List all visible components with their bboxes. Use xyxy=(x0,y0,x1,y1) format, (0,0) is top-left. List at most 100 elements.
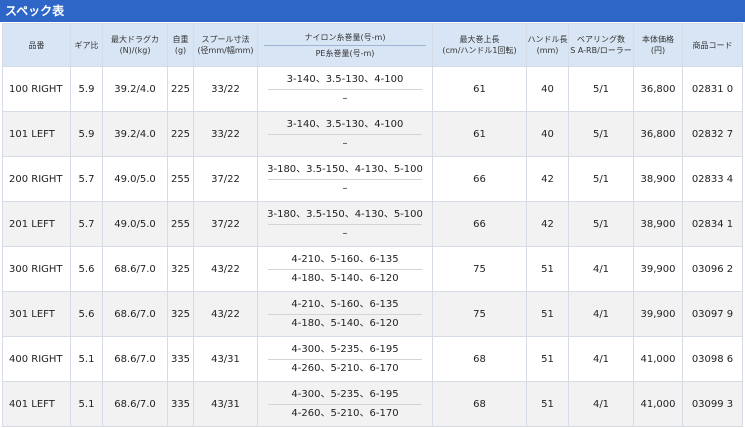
cell-weight: 335 xyxy=(167,381,194,427)
cell-price: 41,000 xyxy=(633,336,683,382)
cell-model: 201 LEFT xyxy=(2,201,71,247)
cell-line-pe: 4-260、5-210、6-170 xyxy=(291,363,399,374)
spec-table: 品番 ギア比 最大ドラグカ (N)/(kg) 自重 (g) スプール寸法 (径m… xyxy=(2,23,743,427)
cell-line-capacity: 3-140、3.5-130、4-100 – xyxy=(257,66,433,112)
header-max-drag-text: 最大ドラグカ (N)/(kg) xyxy=(111,35,159,55)
cell-handle-length: 42 xyxy=(526,201,569,247)
cell-line-nylon: 3-140、3.5-130、4-100 xyxy=(286,74,404,85)
cell-handle-length: 51 xyxy=(526,246,569,292)
header-line-divider xyxy=(264,44,426,46)
table-row: 401 LEFT 5.1 68.6/7.0 335 43/31 4-300、5-… xyxy=(2,381,743,427)
header-weight: 自重 (g) xyxy=(167,23,194,67)
cell-max-drag: 68.6/7.0 xyxy=(102,336,168,382)
cell-bearings: 4/1 xyxy=(568,336,634,382)
cell-gear-ratio: 5.7 xyxy=(70,201,103,247)
cell-handle-length: 40 xyxy=(526,66,569,112)
table-row: 200 RIGHT 5.7 49.0/5.0 255 37/22 3-180、3… xyxy=(2,156,743,202)
header-max-retrieve: 最大巻上長 (cm/ハンドル1回転) xyxy=(432,23,527,67)
cell-handle-length: 51 xyxy=(526,381,569,427)
cell-gear-ratio: 5.1 xyxy=(70,336,103,382)
cell-model: 400 RIGHT xyxy=(2,336,71,382)
cell-bearings: 4/1 xyxy=(568,246,634,292)
table-row: 100 RIGHT 5.9 39.2/4.0 225 33/22 3-140、3… xyxy=(2,66,743,112)
cell-max-drag: 68.6/7.0 xyxy=(102,381,168,427)
table-row: 301 LEFT 5.6 68.6/7.0 325 43/22 4-210、5-… xyxy=(2,291,743,337)
cell-product-code: 03097 9 xyxy=(682,291,743,337)
table-row: 201 LEFT 5.7 49.0/5.0 255 37/22 3-180、3.… xyxy=(2,201,743,247)
cell-line-nylon: 3-180、3.5-150、4-130、5-100 xyxy=(267,209,423,220)
cell-gear-ratio: 5.9 xyxy=(70,111,103,157)
cell-max-retrieve: 66 xyxy=(432,201,527,247)
header-line-capacity: ナイロン糸巻量(号-m) PE糸巻量(号-m) xyxy=(257,23,433,67)
cell-line-pe: 4-180、5-140、6-120 xyxy=(291,273,399,284)
header-spool: スプール寸法 (径mm/幅mm) xyxy=(193,23,258,67)
header-bearings-text: ベアリング数 S A-RB/ローラー xyxy=(570,35,632,55)
cell-spool: 43/31 xyxy=(193,381,258,427)
table-row: 400 RIGHT 5.1 68.6/7.0 335 43/31 4-300、5… xyxy=(2,336,743,382)
cell-line-nylon: 3-180、3.5-150、4-130、5-100 xyxy=(267,164,423,175)
cell-line-nylon: 4-210、5-160、6-135 xyxy=(291,299,399,310)
cell-gear-ratio: 5.1 xyxy=(70,381,103,427)
cell-price: 38,900 xyxy=(633,156,683,202)
cell-bearings: 5/1 xyxy=(568,201,634,247)
header-max-drag: 最大ドラグカ (N)/(kg) xyxy=(102,23,168,67)
cell-line-nylon: 4-300、5-235、6-195 xyxy=(291,389,399,400)
cell-line-capacity: 4-210、5-160、6-135 4-180、5-140、6-120 xyxy=(257,246,433,292)
cell-model: 200 RIGHT xyxy=(2,156,71,202)
cell-line-divider xyxy=(268,404,422,405)
cell-line-pe: – xyxy=(342,138,348,149)
spec-table-title: スペック表 xyxy=(0,0,745,22)
cell-max-retrieve: 61 xyxy=(432,66,527,112)
cell-spool: 43/22 xyxy=(193,246,258,292)
cell-price: 39,900 xyxy=(633,246,683,292)
cell-weight: 255 xyxy=(167,156,194,202)
cell-bearings: 4/1 xyxy=(568,291,634,337)
cell-product-code: 03098 6 xyxy=(682,336,743,382)
table-row: 101 LEFT 5.9 39.2/4.0 225 33/22 3-140、3.… xyxy=(2,111,743,157)
cell-line-divider xyxy=(268,314,422,315)
cell-max-retrieve: 66 xyxy=(432,156,527,202)
cell-product-code: 02832 7 xyxy=(682,111,743,157)
cell-bearings: 4/1 xyxy=(568,381,634,427)
cell-spool: 43/22 xyxy=(193,291,258,337)
cell-spool: 33/22 xyxy=(193,111,258,157)
cell-line-divider xyxy=(268,134,422,135)
cell-gear-ratio: 5.9 xyxy=(70,66,103,112)
cell-price: 36,800 xyxy=(633,66,683,112)
cell-product-code: 03096 2 xyxy=(682,246,743,292)
cell-price: 38,900 xyxy=(633,201,683,247)
cell-weight: 225 xyxy=(167,66,194,112)
cell-line-divider xyxy=(268,359,422,360)
cell-gear-ratio: 5.6 xyxy=(70,291,103,337)
cell-spool: 43/31 xyxy=(193,336,258,382)
header-price: 本体価格 (円) xyxy=(633,23,683,67)
header-bearings: ベアリング数 S A-RB/ローラー xyxy=(568,23,634,67)
cell-line-nylon: 4-300、5-235、6-195 xyxy=(291,344,399,355)
cell-line-capacity: 3-140、3.5-130、4-100 – xyxy=(257,111,433,157)
cell-model: 101 LEFT xyxy=(2,111,71,157)
cell-max-drag: 49.0/5.0 xyxy=(102,201,168,247)
cell-spool: 37/22 xyxy=(193,156,258,202)
cell-line-pe: – xyxy=(342,183,348,194)
header-handle-length: ハンドル長 (mm) xyxy=(526,23,569,67)
header-max-retrieve-text: 最大巻上長 (cm/ハンドル1回転) xyxy=(442,35,517,55)
cell-product-code: 02833 4 xyxy=(682,156,743,202)
cell-weight: 255 xyxy=(167,201,194,247)
header-row: 品番 ギア比 最大ドラグカ (N)/(kg) 自重 (g) スプール寸法 (径m… xyxy=(2,23,743,67)
header-line-pe: PE糸巻量(号-m) xyxy=(315,48,375,58)
cell-model: 301 LEFT xyxy=(2,291,71,337)
cell-bearings: 5/1 xyxy=(568,66,634,112)
cell-max-retrieve: 68 xyxy=(432,381,527,427)
cell-weight: 325 xyxy=(167,291,194,337)
cell-price: 41,000 xyxy=(633,381,683,427)
cell-max-retrieve: 75 xyxy=(432,291,527,337)
cell-line-capacity: 4-210、5-160、6-135 4-180、5-140、6-120 xyxy=(257,291,433,337)
cell-product-code: 02834 1 xyxy=(682,201,743,247)
cell-line-nylon: 3-140、3.5-130、4-100 xyxy=(286,119,404,130)
cell-line-nylon: 4-210、5-160、6-135 xyxy=(291,254,399,265)
cell-handle-length: 51 xyxy=(526,336,569,382)
header-price-text: 本体価格 (円) xyxy=(642,35,674,55)
cell-handle-length: 42 xyxy=(526,156,569,202)
cell-max-drag: 49.0/5.0 xyxy=(102,156,168,202)
cell-weight: 225 xyxy=(167,111,194,157)
